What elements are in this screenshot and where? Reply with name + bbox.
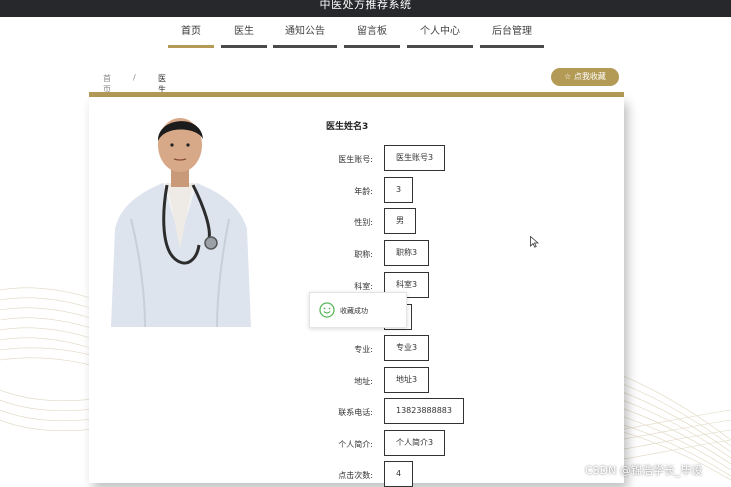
mouse-cursor-icon xyxy=(530,236,539,248)
main-nav: 首页 医生 通知公告 留言板 个人中心 后台管理 xyxy=(0,23,731,48)
field-label: 医生账号: xyxy=(338,155,373,164)
favorite-button[interactable]: ☆ 点我收藏 xyxy=(551,68,619,86)
field-label: 性别: xyxy=(354,218,373,227)
field-label: 点击次数: xyxy=(338,471,373,480)
field-value: 3 xyxy=(384,177,414,203)
field-label: 联系电话: xyxy=(338,408,373,417)
field-value: 职称3 xyxy=(384,240,430,266)
watermark: CSDN @锦浩学长_毕设 xyxy=(585,464,703,477)
field-value: 男 xyxy=(384,208,416,234)
star-icon: ☆ xyxy=(564,72,572,81)
smile-icon xyxy=(319,302,335,318)
field-value: 个人简介3 xyxy=(384,430,446,456)
favorite-button-label: 点我收藏 xyxy=(573,72,606,81)
field-label: 个人简介: xyxy=(338,440,373,449)
breadcrumb-separator: / xyxy=(133,73,136,82)
field-value: 4 xyxy=(384,461,414,487)
nav-item-doctor[interactable]: 医生 xyxy=(221,23,267,48)
nav-item-personal-center[interactable]: 个人中心 xyxy=(407,23,473,48)
doctor-name-title: 医生姓名3 xyxy=(326,122,369,132)
doctor-photo xyxy=(101,109,259,327)
nav-item-admin[interactable]: 后台管理 xyxy=(480,23,544,48)
field-value: 地址3 xyxy=(384,367,430,393)
field-value: 13823888883 xyxy=(384,398,464,424)
field-label: 年龄: xyxy=(354,187,373,196)
field-value: 医生账号3 xyxy=(384,145,446,171)
nav-item-message-board[interactable]: 留言板 xyxy=(344,23,400,48)
app-title: 中医处方推荐系统 xyxy=(319,0,412,11)
field-label: 地址: xyxy=(354,377,373,386)
nav-item-notice[interactable]: 通知公告 xyxy=(273,23,337,48)
doctor-detail-card: 医生姓名3 医生账号: 医生账号3 年龄: 3 性别: 男 职称: 职称3 科室… xyxy=(89,97,624,487)
nav-item-home[interactable]: 首页 xyxy=(168,23,214,48)
field-label: 科室: xyxy=(354,282,373,291)
top-bar: 中医处方推荐系统 xyxy=(0,0,731,17)
field-label: 职称: xyxy=(354,250,373,259)
success-toast: 收藏成功 xyxy=(309,292,407,328)
field-label: 专业: xyxy=(354,345,373,354)
toast-message: 收藏成功 xyxy=(340,307,368,315)
field-value: 专业3 xyxy=(384,335,430,361)
